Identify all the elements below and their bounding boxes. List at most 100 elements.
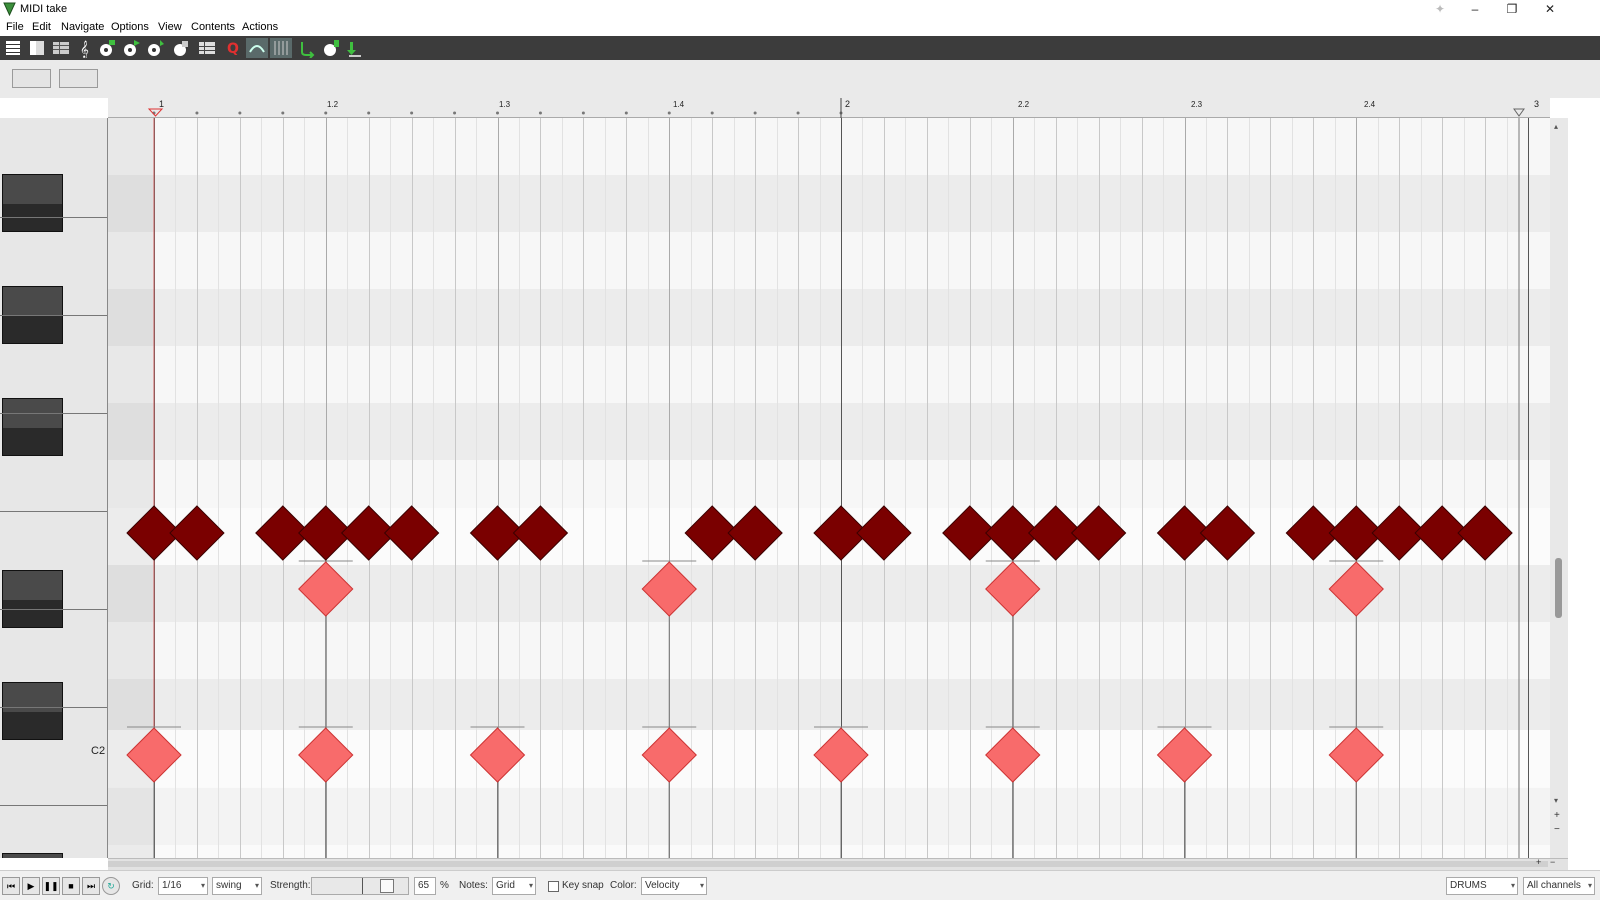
title-bar: MIDI take ✦ – ❐ ✕	[0, 0, 1600, 20]
vertical-scroll-thumb[interactable]	[1555, 558, 1562, 618]
event-list-mode-icon[interactable]	[50, 38, 72, 58]
piano-roll-grid[interactable]	[108, 118, 1550, 858]
track-name-box[interactable]	[12, 69, 51, 88]
black-key[interactable]	[2, 570, 63, 628]
piano-roll-mode-icon[interactable]	[2, 38, 24, 58]
chevron-down-icon: ▾	[528, 881, 533, 890]
menu-file[interactable]: File	[6, 21, 24, 33]
scroll-down-icon[interactable]: ▾	[1554, 796, 1558, 805]
bottom-toolbar: ⏮ ▶ ❚❚ ■ ⏭ ↻ Grid: 1/16 ▾ swing ▾ Strength…	[0, 870, 1600, 900]
drum-hit-top-row[interactable]	[169, 505, 225, 561]
drum-hit-top-row[interactable]	[383, 505, 440, 561]
preview-icon[interactable]	[320, 38, 342, 58]
zoom-out-icon[interactable]: −	[1554, 824, 1560, 835]
ruler-label: 2.2	[1018, 100, 1030, 109]
velocity-icon[interactable]	[170, 38, 192, 58]
h-zoom-in-icon[interactable]: +	[1536, 857, 1541, 867]
menu-contents[interactable]: Contents	[191, 21, 235, 33]
end-marker-icon	[1513, 108, 1525, 117]
drum-hit-top-row[interactable]	[1457, 505, 1513, 561]
drum-hit-top-row[interactable]	[856, 505, 912, 561]
drum-hit-bottom-row[interactable]	[641, 727, 697, 783]
drum-hit-middle-row[interactable]	[641, 561, 697, 617]
ruler-label: 1.3	[499, 100, 511, 109]
timeline-ruler[interactable]: 1 1.2 1.3 1.4 2 2.2 2.3 2.4 3	[108, 98, 1550, 118]
drum-hit-top-row[interactable]	[1199, 505, 1256, 561]
drum-hit-bottom-row[interactable]	[298, 727, 354, 783]
drum-hit-middle-row[interactable]	[1328, 561, 1384, 617]
ruler-label: 2.4	[1364, 100, 1376, 109]
loop-toggle-icon[interactable]: ↻	[102, 877, 120, 895]
loop-icon[interactable]	[296, 38, 318, 59]
ruler-tick	[710, 111, 714, 115]
take-name-box[interactable]	[59, 69, 98, 88]
drum-hit-bottom-row[interactable]	[126, 727, 182, 783]
snap-icon[interactable]	[246, 38, 268, 58]
close-button[interactable]: ✕	[1530, 0, 1570, 20]
drum-hit-bottom-row[interactable]	[469, 727, 526, 783]
black-key[interactable]	[2, 174, 63, 232]
restore-button[interactable]: ❐	[1492, 0, 1532, 20]
menu-options[interactable]: Options	[111, 21, 149, 33]
swing-select[interactable]: swing ▾	[212, 877, 262, 895]
ruler-tick	[238, 111, 242, 115]
strength-slider-thumb[interactable]	[380, 879, 394, 893]
black-key[interactable]	[2, 398, 63, 456]
minimize-button[interactable]: –	[1455, 0, 1495, 20]
stop-icon[interactable]: ■	[62, 877, 80, 895]
go-to-start-icon[interactable]: ⏮	[2, 877, 20, 895]
horizontal-scroll-thumb[interactable]	[108, 861, 1548, 867]
menu-actions[interactable]: Actions	[242, 21, 278, 33]
play-icon[interactable]: ▶	[22, 877, 40, 895]
black-key[interactable]	[2, 682, 63, 740]
drum-hit-middle-row[interactable]	[985, 561, 1041, 617]
ruler-tick	[281, 111, 285, 115]
notes-select[interactable]: Grid ▾	[492, 877, 536, 895]
c2-key-label: C2	[91, 745, 106, 757]
ruler-tick	[367, 111, 371, 115]
notation-mode-icon[interactable]: 𝄞	[74, 38, 96, 58]
pin-icon[interactable]: ✦	[1420, 0, 1460, 20]
go-to-end-icon[interactable]: ⏭	[82, 877, 100, 895]
scroll-up-icon[interactable]: ▴	[1554, 122, 1558, 131]
drum-hit-top-row[interactable]	[1070, 505, 1127, 561]
color-select[interactable]: Velocity ▾	[641, 877, 707, 895]
drum-hit-bottom-row[interactable]	[985, 727, 1041, 783]
strength-value-field[interactable]: 65	[414, 877, 436, 895]
ruler-label: 1	[159, 99, 165, 109]
ruler-ticks	[147, 98, 1525, 118]
drum-map-icon[interactable]	[196, 38, 218, 58]
strength-slider[interactable]	[311, 877, 409, 895]
insert-note-icon[interactable]	[144, 38, 166, 58]
drum-hit-bottom-row[interactable]	[1156, 727, 1213, 783]
quantize-icon[interactable]: Q	[222, 38, 244, 58]
menu-navigate[interactable]: Navigate	[61, 21, 104, 33]
grid-lines-icon[interactable]	[270, 38, 292, 58]
zoom-in-icon[interactable]: +	[1554, 810, 1560, 821]
midi-input-icon[interactable]	[96, 38, 118, 58]
vertical-scrollbar[interactable]: ▴ ▾ + −	[1550, 118, 1568, 858]
black-key[interactable]	[2, 853, 63, 858]
menu-edit[interactable]: Edit	[32, 21, 51, 33]
drum-hit-middle-row[interactable]	[298, 561, 354, 617]
export-icon[interactable]	[344, 38, 366, 58]
horizontal-scrollbar[interactable]: + −	[108, 857, 1568, 870]
h-zoom-out-icon[interactable]: −	[1550, 857, 1555, 867]
named-notes-mode-icon[interactable]	[26, 38, 48, 58]
window-title: MIDI take	[20, 3, 68, 15]
svg-text:Q: Q	[227, 41, 239, 57]
drum-map-select[interactable]: DRUMS ▾	[1446, 877, 1518, 895]
key-snap-checkbox[interactable]	[548, 881, 559, 892]
ruler-tick	[753, 111, 757, 115]
drum-hit-top-row[interactable]	[727, 505, 783, 561]
drum-hit-bottom-row[interactable]	[813, 727, 869, 783]
piano-keyboard[interactable]: C2	[0, 118, 108, 858]
ruler-label: 2.3	[1191, 100, 1203, 109]
grid-select[interactable]: 1/16 ▾	[158, 877, 208, 895]
drum-hit-bottom-row[interactable]	[1328, 727, 1384, 783]
pause-icon[interactable]: ❚❚	[42, 877, 60, 895]
menu-view[interactable]: View	[158, 21, 182, 33]
drum-hit-top-row[interactable]	[512, 505, 569, 561]
step-input-icon[interactable]	[120, 38, 142, 58]
channel-select[interactable]: All channels ▾	[1523, 877, 1595, 895]
